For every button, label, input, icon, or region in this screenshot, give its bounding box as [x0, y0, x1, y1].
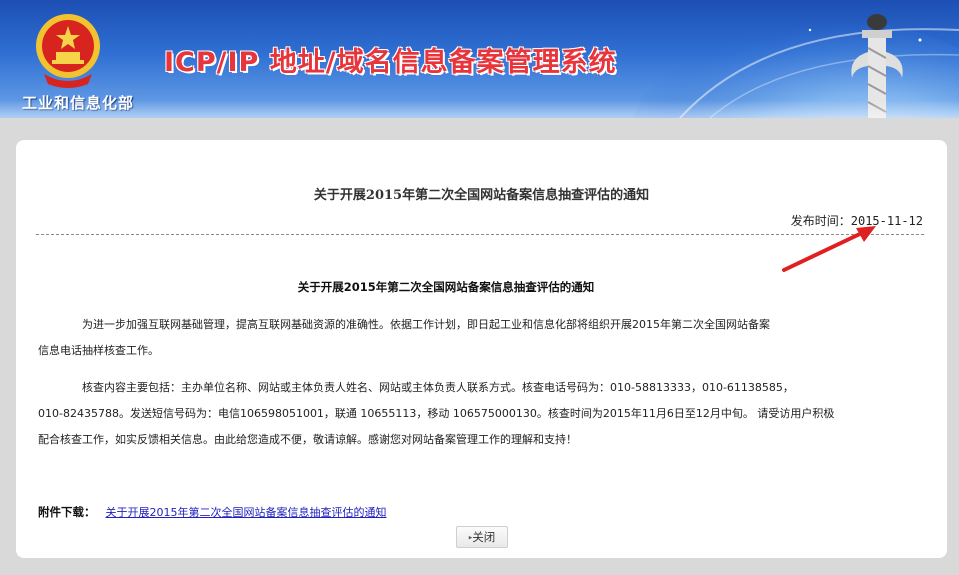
attachment-row: 附件下载： 关于开展2015年第二次全国网站备案信息抽查评估的通知: [38, 504, 387, 520]
system-title: ICP/IP 地址/域名信息备案管理系统: [164, 47, 617, 78]
attachment-label: 附件下载：: [38, 505, 96, 519]
paragraph-line: 为进一步加强互联网基础管理，提高互联网基础资源的准确性。依据工作计划，即日起工业…: [82, 318, 770, 331]
paragraph-line: 信息电话抽样核查工作。: [38, 344, 159, 357]
paragraph-line: 配合核查工作，如实反馈相关信息。由此给您造成不便，敬请谅解。感谢您对网站备案管理…: [38, 433, 577, 446]
attachment-download-link[interactable]: 关于开展2015年第二次全国网站备案信息抽查评估的通知: [106, 506, 387, 519]
paragraph-2: 核查内容主要包括：主办单位名称、网站或主体负责人姓名、网站或主体负责人联系方式。…: [38, 375, 838, 453]
notice-title: 关于开展2015年第二次全国网站备案信息抽查评估的通知: [313, 188, 650, 203]
paragraph-1: 为进一步加强互联网基础管理，提高互联网基础资源的准确性。依据工作计划，即日起工业…: [38, 312, 838, 364]
header-banner: 工业和信息化部 ICP/IP 地址/域名信息备案管理系统: [0, 0, 959, 118]
annotation-arrow-icon: [782, 226, 876, 272]
close-button-label: 关闭: [472, 530, 496, 544]
ministry-name: 工业和信息化部: [22, 94, 135, 112]
content-title: 关于开展2015年第二次全国网站备案信息抽查评估的通知: [297, 280, 595, 294]
notice-panel: 关于开展2015年第二次全国网站备案信息抽查评估的通知 发布时间：2015-11…: [16, 140, 947, 558]
national-emblem-icon: [36, 14, 100, 88]
paragraph-line: 010-82435788。发送短信号码为：电信106598051001，联通 1…: [38, 407, 835, 420]
paragraph-line: 核查内容主要包括：主办单位名称、网站或主体负责人姓名、网站或主体负责人联系方式。…: [82, 381, 794, 394]
close-button[interactable]: ▸关闭: [456, 526, 508, 548]
huabiao-pillar-icon: [851, 14, 903, 118]
